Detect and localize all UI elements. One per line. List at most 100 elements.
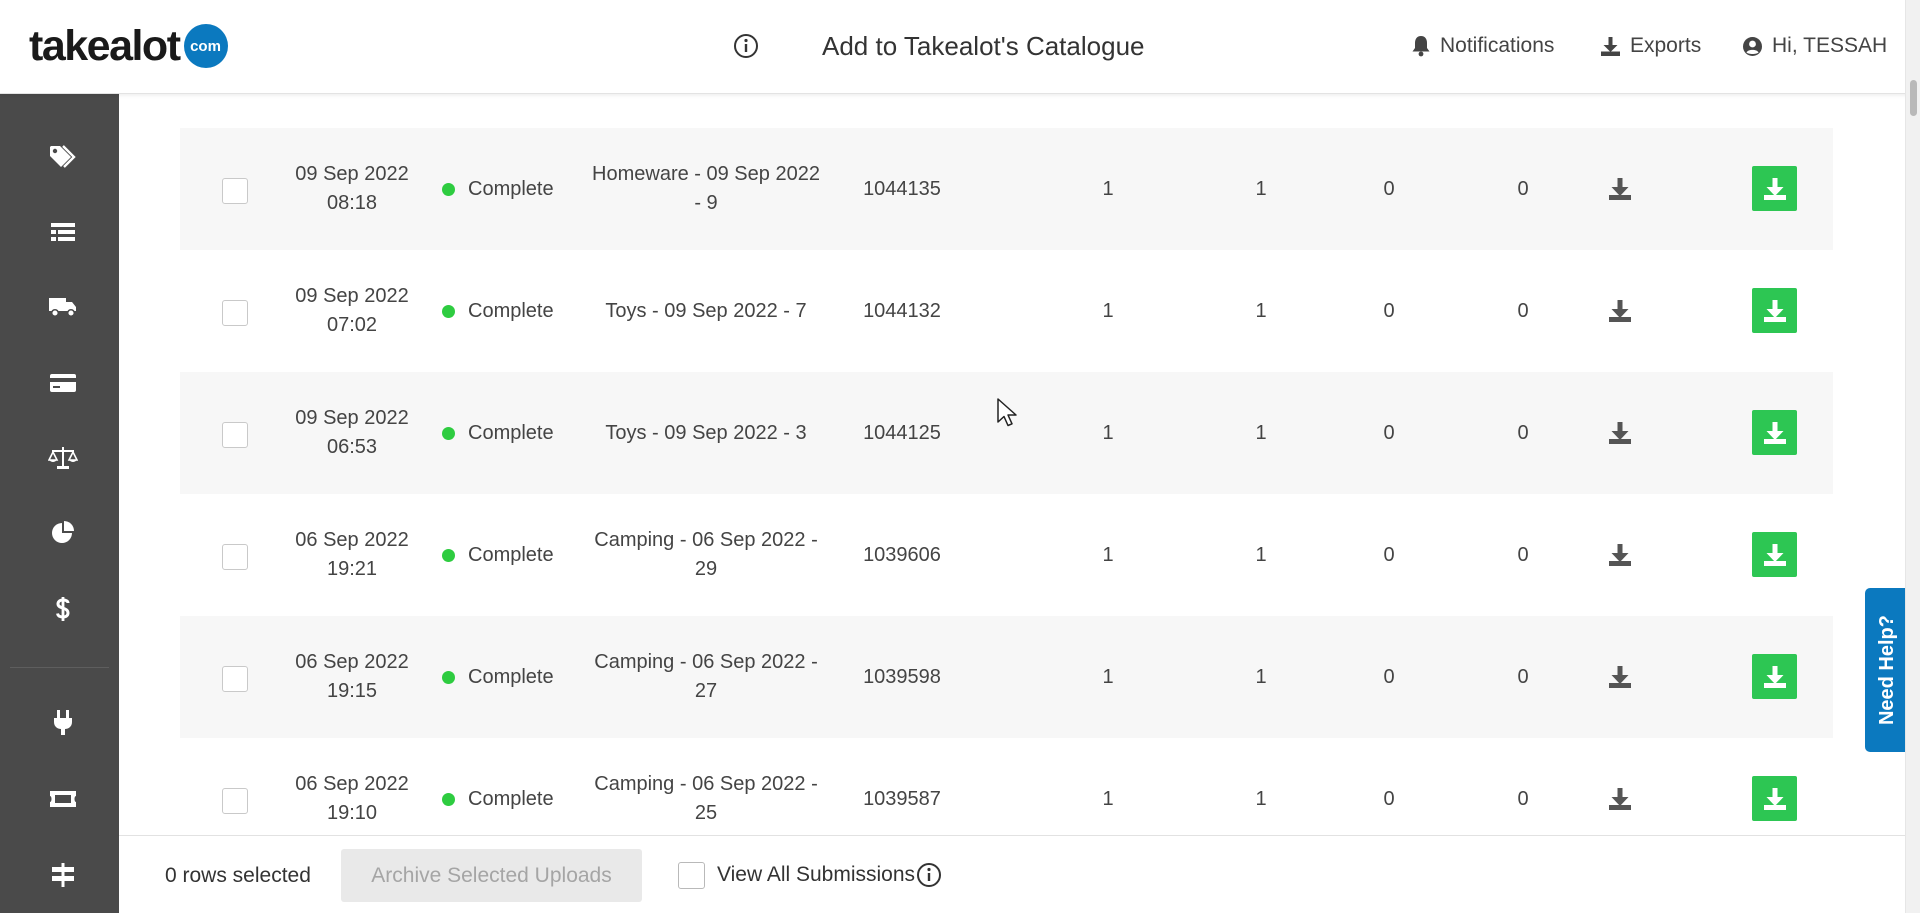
upload-id: 1039587 <box>863 787 941 810</box>
uploads-table: 09 Sep 2022 08:18 Complete Homeware - 09… <box>180 93 1833 835</box>
bulk-action-bar: 0 rows selected Archive Selected Uploads… <box>119 835 1905 914</box>
archive-selected-button[interactable]: Archive Selected Uploads <box>341 849 642 902</box>
upload-time: 19:15 <box>326 680 378 702</box>
download-icon <box>1763 787 1786 810</box>
download-icon <box>1601 36 1620 56</box>
need-help-tab[interactable]: Need Help? <box>1865 588 1909 752</box>
download-icon[interactable] <box>1607 298 1633 324</box>
upload-name: Camping - 06 Sep 2022 - 25 <box>594 773 818 824</box>
download-icon <box>1763 421 1786 444</box>
takealot-logo[interactable]: takealot com <box>29 22 228 70</box>
count-col-1: 1 <box>1102 299 1114 322</box>
upload-id: 1039606 <box>863 543 941 566</box>
status-text: Complete <box>468 421 554 444</box>
download-results-button[interactable] <box>1752 776 1797 821</box>
list-icon[interactable] <box>47 216 79 248</box>
upload-datetime: 06 Sep 2022 19:10 <box>280 738 424 835</box>
download-results-button[interactable] <box>1752 654 1797 699</box>
download-icon <box>1763 543 1786 566</box>
count-col-2: 1 <box>1255 665 1267 688</box>
row-checkbox[interactable] <box>222 300 248 326</box>
count-col-2: 1 <box>1255 177 1267 200</box>
count-col-1: 1 <box>1102 543 1114 566</box>
status-dot <box>442 792 455 806</box>
count-col-4: 0 <box>1517 299 1529 322</box>
row-checkbox[interactable] <box>222 788 248 814</box>
signpost-icon[interactable] <box>47 859 79 891</box>
count-col-4: 0 <box>1517 421 1529 444</box>
dollar-icon[interactable] <box>47 593 79 625</box>
pie-chart-icon[interactable] <box>47 517 79 549</box>
upload-name: Homeware - 09 Sep 2022 - 9 <box>592 163 820 214</box>
status-text: Complete <box>468 665 554 688</box>
notifications-label: Notifications <box>1440 34 1555 57</box>
sidebar-divider <box>10 667 109 668</box>
upload-date: 09 Sep 2022 <box>295 285 409 307</box>
page-scrollbar[interactable] <box>1905 0 1920 913</box>
upload-date: 06 Sep 2022 <box>295 651 409 673</box>
user-menu[interactable]: Hi, TESSAH <box>1742 30 1887 62</box>
status-dot <box>442 304 455 318</box>
download-results-button[interactable] <box>1752 410 1797 455</box>
status-cell: Complete <box>442 494 577 616</box>
download-icon[interactable] <box>1607 420 1633 446</box>
count-col-1: 1 <box>1102 421 1114 444</box>
balance-scale-icon[interactable] <box>47 442 79 474</box>
exports-link[interactable]: Exports <box>1600 30 1701 62</box>
count-col-3: 0 <box>1383 543 1395 566</box>
ticket-icon[interactable] <box>47 783 79 815</box>
row-checkbox[interactable] <box>222 422 248 448</box>
top-header: takealot com Add to Takealot's Catalogue… <box>0 0 1920 94</box>
table-row: 06 Sep 2022 19:10 Complete Camping - 06 … <box>180 738 1833 835</box>
table-row: 09 Sep 2022 07:02 Complete Toys - 09 Sep… <box>180 250 1833 372</box>
view-all-submissions-checkbox[interactable] <box>678 862 705 889</box>
download-icon <box>1763 177 1786 200</box>
download-icon[interactable] <box>1607 542 1633 568</box>
upload-date: 06 Sep 2022 <box>295 529 409 551</box>
tags-icon[interactable] <box>47 141 79 173</box>
truck-icon[interactable] <box>47 291 79 323</box>
bell-icon <box>1412 36 1430 57</box>
count-col-2: 1 <box>1255 787 1267 810</box>
row-checkbox[interactable] <box>222 178 248 204</box>
upload-id: 1044132 <box>863 299 941 322</box>
status-cell: Complete <box>442 250 577 372</box>
table-row: 06 Sep 2022 19:15 Complete Camping - 06 … <box>180 616 1833 738</box>
download-results-button[interactable] <box>1752 166 1797 211</box>
table-top-strip <box>180 93 1833 129</box>
notifications-link[interactable]: Notifications <box>1411 30 1554 62</box>
plug-icon[interactable] <box>47 707 79 739</box>
status-dot <box>442 548 455 562</box>
row-checkbox[interactable] <box>222 544 248 570</box>
info-circle-icon[interactable] <box>916 862 942 888</box>
upload-datetime: 09 Sep 2022 06:53 <box>280 372 424 494</box>
sidebar <box>0 93 119 913</box>
download-icon[interactable] <box>1607 786 1633 812</box>
table-row: 09 Sep 2022 06:53 Complete Toys - 09 Sep… <box>180 372 1833 494</box>
download-icon[interactable] <box>1607 664 1633 690</box>
view-all-submissions-label[interactable]: View All Submissions <box>717 860 915 890</box>
rows-selected-count: 0 rows selected <box>165 864 311 887</box>
status-cell: Complete <box>442 372 577 494</box>
count-col-4: 0 <box>1517 787 1529 810</box>
count-col-1: 1 <box>1102 177 1114 200</box>
upload-time: 07:02 <box>326 314 378 336</box>
count-col-2: 1 <box>1255 299 1267 322</box>
info-circle-icon[interactable] <box>733 33 759 59</box>
credit-card-icon[interactable] <box>47 367 79 399</box>
upload-name: Toys - 09 Sep 2022 - 7 <box>605 299 807 322</box>
upload-datetime: 09 Sep 2022 08:18 <box>280 128 424 250</box>
mouse-cursor-icon <box>997 398 1017 427</box>
download-results-button[interactable] <box>1752 288 1797 333</box>
download-results-button[interactable] <box>1752 532 1797 577</box>
count-col-1: 1 <box>1102 665 1114 688</box>
upload-name: Camping - 06 Sep 2022 - 27 <box>594 651 818 702</box>
scrollbar-thumb[interactable] <box>1910 80 1917 116</box>
upload-name: Toys - 09 Sep 2022 - 3 <box>605 421 807 444</box>
count-col-4: 0 <box>1517 543 1529 566</box>
download-icon[interactable] <box>1607 176 1633 202</box>
row-checkbox[interactable] <box>222 666 248 692</box>
count-col-4: 0 <box>1517 177 1529 200</box>
table-row: 09 Sep 2022 08:18 Complete Homeware - 09… <box>180 128 1833 250</box>
upload-name: Camping - 06 Sep 2022 - 29 <box>594 529 818 580</box>
